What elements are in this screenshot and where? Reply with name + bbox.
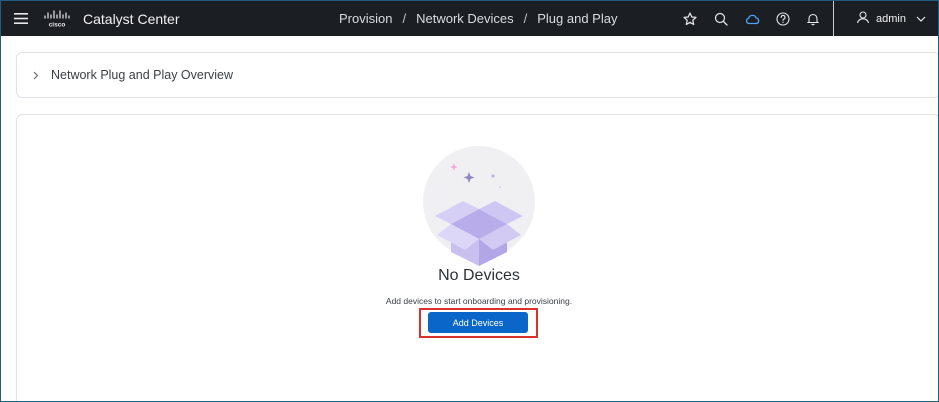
breadcrumb: Provision / Network Devices / Plug and P… [339, 1, 617, 36]
empty-box-illustration [421, 146, 537, 266]
breadcrumb-network-devices[interactable]: Network Devices [416, 11, 514, 26]
add-devices-button[interactable]: Add Devices [428, 312, 528, 333]
search-icon[interactable] [711, 1, 731, 36]
bell-icon[interactable] [803, 1, 823, 36]
cloud-icon[interactable] [742, 1, 762, 36]
header-divider [833, 1, 834, 36]
overview-panel[interactable]: Network Plug and Play Overview [16, 52, 938, 98]
top-navigation-bar: cisco Catalyst Center Provision / Networ… [1, 1, 938, 36]
overview-label: Network Plug and Play Overview [51, 68, 234, 82]
user-menu[interactable]: admin [856, 1, 926, 36]
user-name: admin [876, 12, 906, 25]
chevron-down-icon [916, 13, 926, 25]
app-window: cisco Catalyst Center Provision / Networ… [0, 0, 939, 402]
user-icon [856, 10, 870, 27]
breadcrumb-separator: / [402, 11, 407, 26]
breadcrumb-separator: / [523, 11, 528, 26]
breadcrumb-provision[interactable]: Provision [339, 11, 392, 26]
empty-state-title: No Devices [438, 267, 520, 284]
empty-state-subtitle: Add devices to start onboarding and prov… [385, 296, 573, 306]
svg-text:cisco: cisco [49, 21, 66, 28]
menu-icon[interactable] [14, 1, 28, 36]
star-icon[interactable] [680, 1, 700, 36]
chevron-right-icon [33, 71, 43, 80]
app-title[interactable]: Catalyst Center [83, 1, 179, 36]
devices-panel: No Devices Add devices to start onboardi… [16, 114, 938, 401]
help-icon[interactable] [773, 1, 793, 36]
breadcrumb-plug-and-play: Plug and Play [537, 11, 618, 26]
cisco-logo[interactable]: cisco [43, 1, 71, 36]
